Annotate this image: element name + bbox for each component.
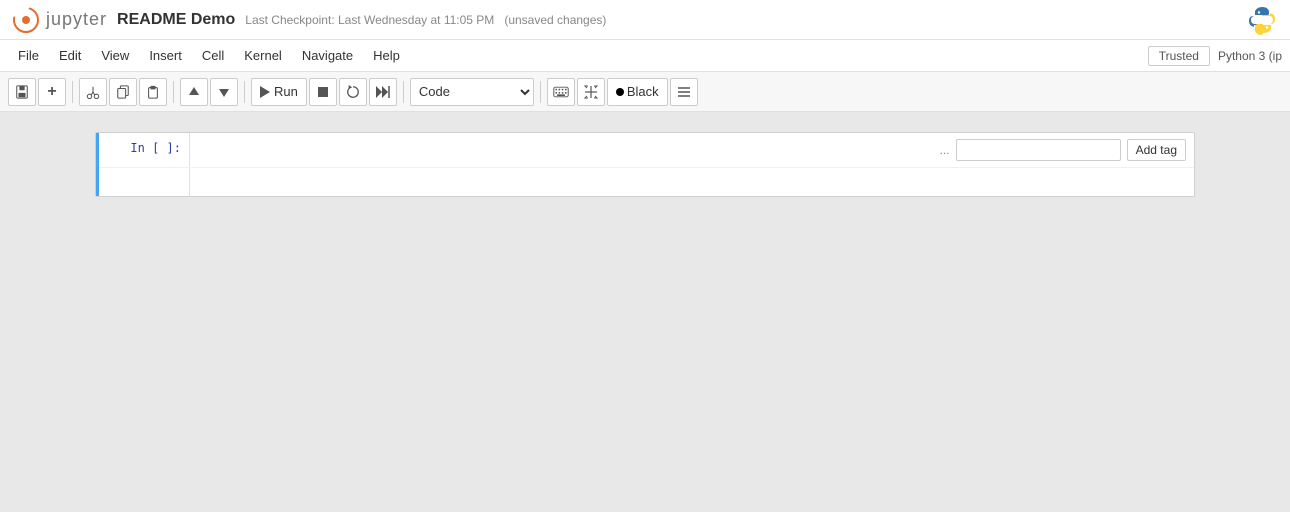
cell-output-area	[189, 168, 1194, 196]
menu-cell[interactable]: Cell	[192, 44, 234, 67]
menu-bar: File Edit View Insert Cell Kernel Naviga…	[0, 40, 1290, 72]
trusted-badge: Trusted	[1148, 46, 1210, 66]
fast-forward-button[interactable]	[369, 78, 397, 106]
black-label: Black	[627, 84, 659, 99]
save-button[interactable]	[8, 78, 36, 106]
restart-button[interactable]	[339, 78, 367, 106]
menu-view[interactable]: View	[91, 44, 139, 67]
add-tag-button[interactable]: Add tag	[1127, 139, 1186, 161]
move-up-button[interactable]	[180, 78, 208, 106]
menu-kernel[interactable]: Kernel	[234, 44, 292, 67]
keyboard-icon	[553, 86, 569, 98]
jupyter-logo-icon	[12, 6, 40, 34]
notebook-title[interactable]: README Demo	[117, 11, 235, 29]
tag-input[interactable]	[956, 139, 1121, 161]
menu-edit[interactable]: Edit	[49, 44, 91, 67]
cut-icon	[86, 85, 100, 99]
stop-icon	[317, 86, 329, 98]
arrow-down-icon	[218, 86, 230, 98]
cell-output-prompt	[99, 168, 189, 196]
menu-navigate[interactable]: Navigate	[292, 44, 363, 67]
toolbar: +	[0, 72, 1290, 112]
jupyter-logo: jupyter	[12, 6, 107, 34]
list-button[interactable]	[670, 78, 698, 106]
separator-4	[403, 81, 404, 103]
menu-help[interactable]: Help	[363, 44, 410, 67]
menu-insert[interactable]: Insert	[139, 44, 192, 67]
plus-icon: +	[47, 83, 56, 101]
paste-icon	[146, 85, 160, 99]
cell-1: In [ ]: ... Add tag	[96, 133, 1194, 196]
notebook-container: In [ ]: ... Add tag	[95, 132, 1195, 197]
stop-button[interactable]	[309, 78, 337, 106]
black-button[interactable]: Black	[607, 78, 668, 106]
fast-forward-icon	[376, 86, 390, 98]
cell-input-area[interactable]: ... Add tag	[189, 133, 1194, 167]
cell-output-row	[99, 167, 1194, 196]
keyboard-shortcuts-button[interactable]	[547, 78, 575, 106]
checkpoint-info: Last Checkpoint: Last Wednesday at 11:05…	[245, 13, 606, 27]
move-down-button[interactable]	[210, 78, 238, 106]
copy-button[interactable]	[109, 78, 137, 106]
title-bar: jupyter README Demo Last Checkpoint: Las…	[0, 0, 1290, 40]
run-label: Run	[274, 84, 298, 99]
main-content: In [ ]: ... Add tag	[0, 112, 1290, 512]
menu-file[interactable]: File	[8, 44, 49, 67]
add-cell-button[interactable]: +	[38, 78, 66, 106]
run-button[interactable]: Run	[251, 78, 307, 106]
paste-button[interactable]	[139, 78, 167, 106]
separator-3	[244, 81, 245, 103]
save-icon	[15, 85, 29, 99]
cell-input-row: In [ ]: ... Add tag	[99, 133, 1194, 167]
copy-icon	[116, 85, 130, 99]
restart-icon	[346, 85, 360, 99]
list-icon	[677, 86, 691, 98]
arrow-up-icon	[188, 86, 200, 98]
separator-5	[540, 81, 541, 103]
cell-type-select[interactable]: Code Markdown Raw NBConvert Heading	[410, 78, 534, 106]
separator-2	[173, 81, 174, 103]
tag-dots[interactable]: ...	[940, 143, 950, 157]
expand-icon	[584, 85, 598, 99]
cell-prompt: In [ ]:	[99, 133, 189, 167]
run-icon	[260, 86, 270, 98]
kernel-info: Python 3 (ip	[1218, 49, 1282, 63]
expand-button[interactable]	[577, 78, 605, 106]
black-icon	[616, 88, 624, 96]
jupyter-text: jupyter	[46, 9, 107, 30]
separator-1	[72, 81, 73, 103]
python-logo-icon	[1248, 5, 1278, 35]
cut-button[interactable]	[79, 78, 107, 106]
